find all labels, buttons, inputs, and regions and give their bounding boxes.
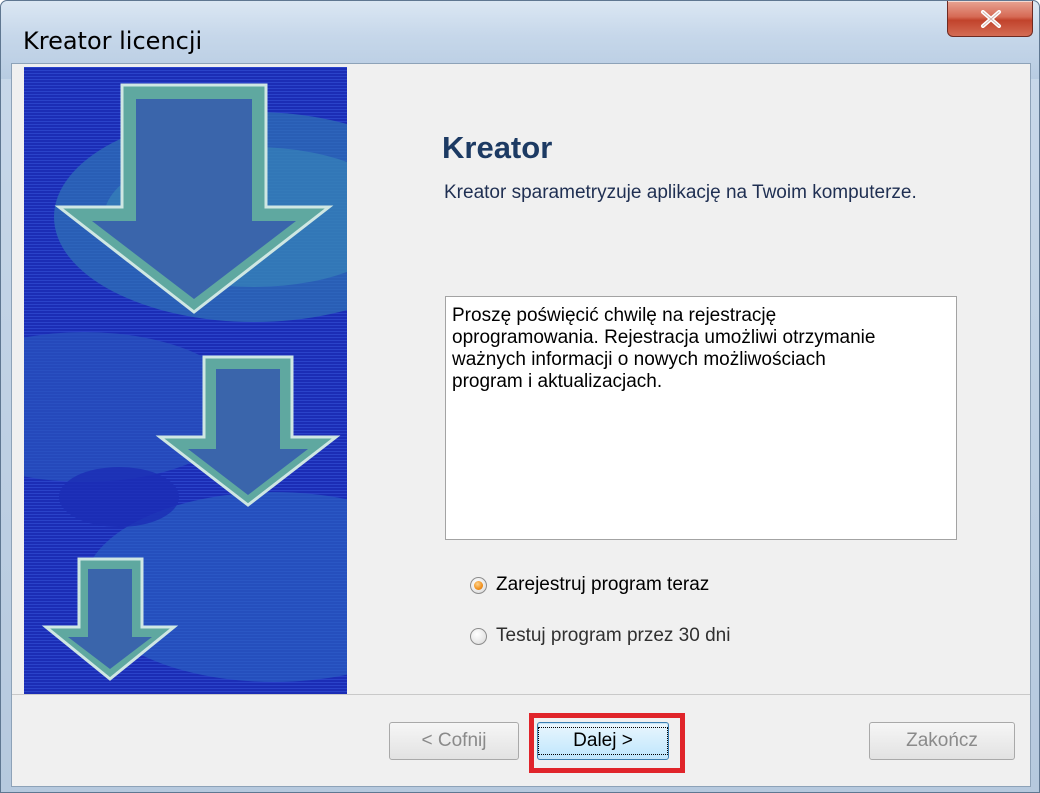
page-heading: Kreator bbox=[442, 130, 553, 165]
radio-register-now-label: Zarejestruj program teraz bbox=[496, 574, 710, 595]
radio-trial-label: Testuj program przez 30 dni bbox=[496, 625, 731, 646]
wizard-client-area: Kreator Kreator sparametryzuje aplikację… bbox=[11, 63, 1031, 787]
finish-button-label: Zakończ bbox=[906, 730, 978, 751]
next-button[interactable]: Dalej > bbox=[537, 722, 669, 760]
radio-register-now[interactable]: Zarejestruj program teraz bbox=[470, 574, 709, 596]
wizard-window: Kreator licencji Kreator Kreator sparame… bbox=[0, 0, 1040, 793]
side-banner-image bbox=[24, 67, 347, 694]
back-button-label: < Cofnij bbox=[421, 730, 487, 751]
back-button[interactable]: < Cofnij bbox=[389, 722, 519, 760]
close-icon bbox=[981, 10, 1001, 28]
download-arrows-icon bbox=[24, 67, 347, 694]
close-button[interactable] bbox=[947, 1, 1033, 37]
window-title: Kreator licencji bbox=[23, 27, 203, 55]
page-subtitle: Kreator sparametryzuje aplikację na Twoi… bbox=[444, 182, 917, 203]
registration-info-box: Proszę poświęcić chwilę na rejestrację o… bbox=[445, 296, 957, 540]
radio-unchecked-icon bbox=[470, 627, 487, 645]
radio-checked-icon bbox=[470, 576, 487, 594]
radio-trial[interactable]: Testuj program przez 30 dni bbox=[470, 625, 730, 647]
next-button-label: Dalej > bbox=[538, 727, 668, 755]
finish-button[interactable]: Zakończ bbox=[869, 722, 1015, 760]
button-separator bbox=[12, 694, 1030, 695]
